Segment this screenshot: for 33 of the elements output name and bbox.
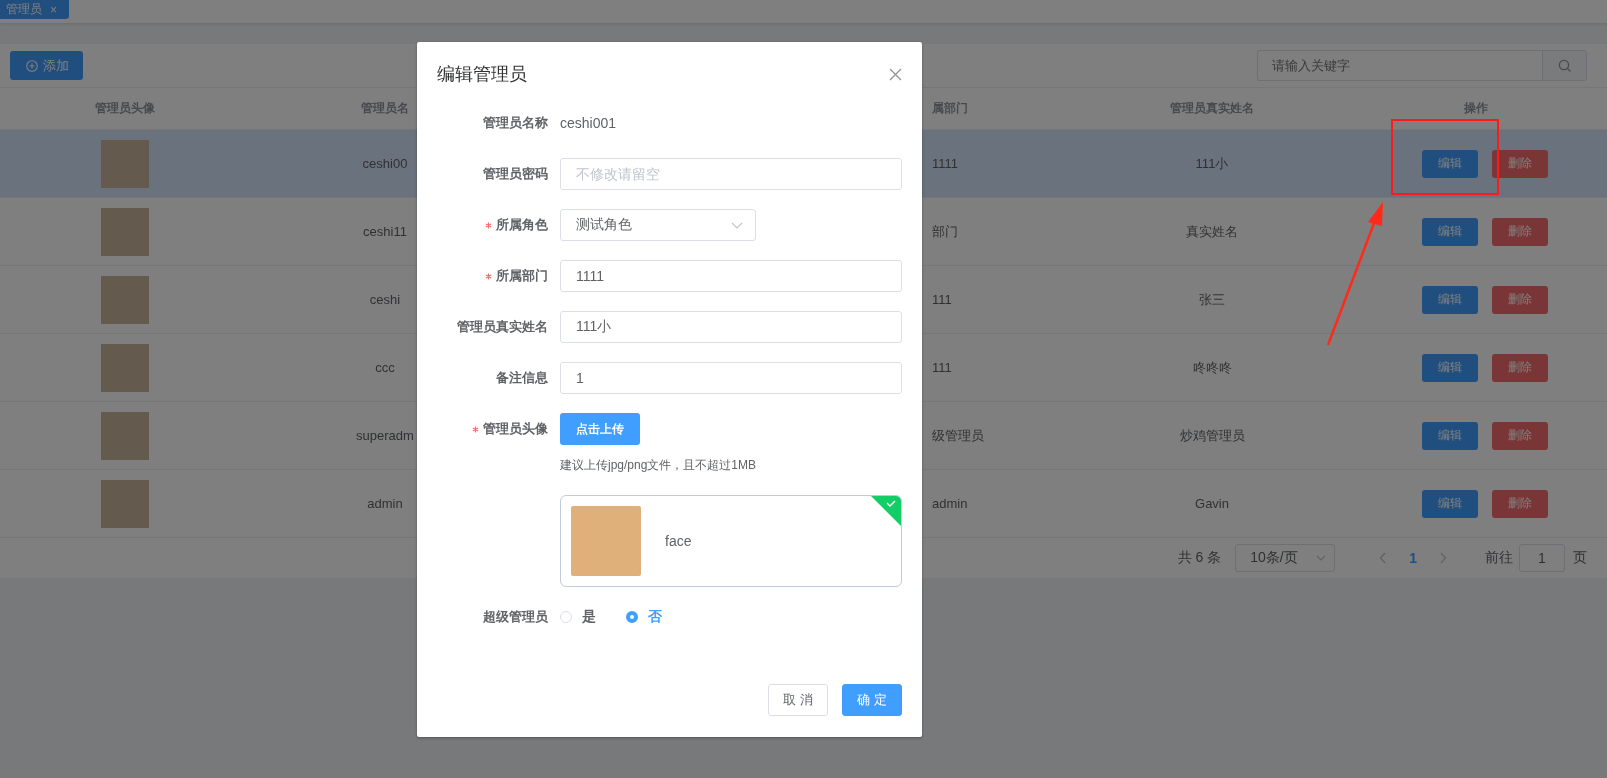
table-cell-text: admin	[931, 496, 968, 511]
table-cell: ceshi11	[363, 224, 407, 239]
table-cell: ceshi	[369, 292, 401, 307]
field-label: 管理员真实姓名	[457, 318, 548, 336]
field-label: 所属角色	[496, 216, 548, 234]
table-cell: 张三	[1199, 290, 1225, 309]
table-cell-text: 部门	[931, 222, 958, 241]
table-cell: 111小	[1195, 154, 1229, 173]
field-label: 管理员名称	[483, 114, 548, 132]
field-value: ceshi001	[560, 115, 618, 131]
table-cell-text: 111	[931, 360, 952, 375]
dialog-title: 编辑管理员	[437, 63, 527, 86]
table-cell: admin	[367, 496, 403, 511]
table-cell-text: 级管理员	[931, 426, 984, 445]
table-cell: Gavin	[1195, 496, 1229, 511]
table-cell: 咚咚咚	[1192, 358, 1232, 377]
field-label: 超级管理员	[483, 608, 548, 626]
field-label: 所属部门	[496, 267, 548, 285]
field-label: 管理员密码	[483, 165, 548, 183]
table-cell: ceshi00	[362, 156, 408, 171]
page-suffix: 页	[1573, 549, 1587, 567]
file-name: face	[665, 533, 692, 549]
table-cell: 真实姓名	[1186, 222, 1238, 241]
table-cell: ccc	[375, 360, 395, 375]
table-cell-text: 1111	[931, 156, 959, 171]
field-label: 管理员头像	[483, 420, 548, 438]
upload-hint: 建议上传jpg/png文件，且不超过1MB	[560, 457, 758, 473]
total-count: 共 6 条	[1177, 549, 1222, 567]
table-cell-text: 111	[931, 292, 952, 307]
table-cell: superadm	[356, 428, 414, 443]
table-cell: 炒鸡管理员	[1179, 426, 1245, 445]
goto-label: 前往	[1485, 549, 1513, 567]
field-label: 备注信息	[496, 369, 548, 387]
